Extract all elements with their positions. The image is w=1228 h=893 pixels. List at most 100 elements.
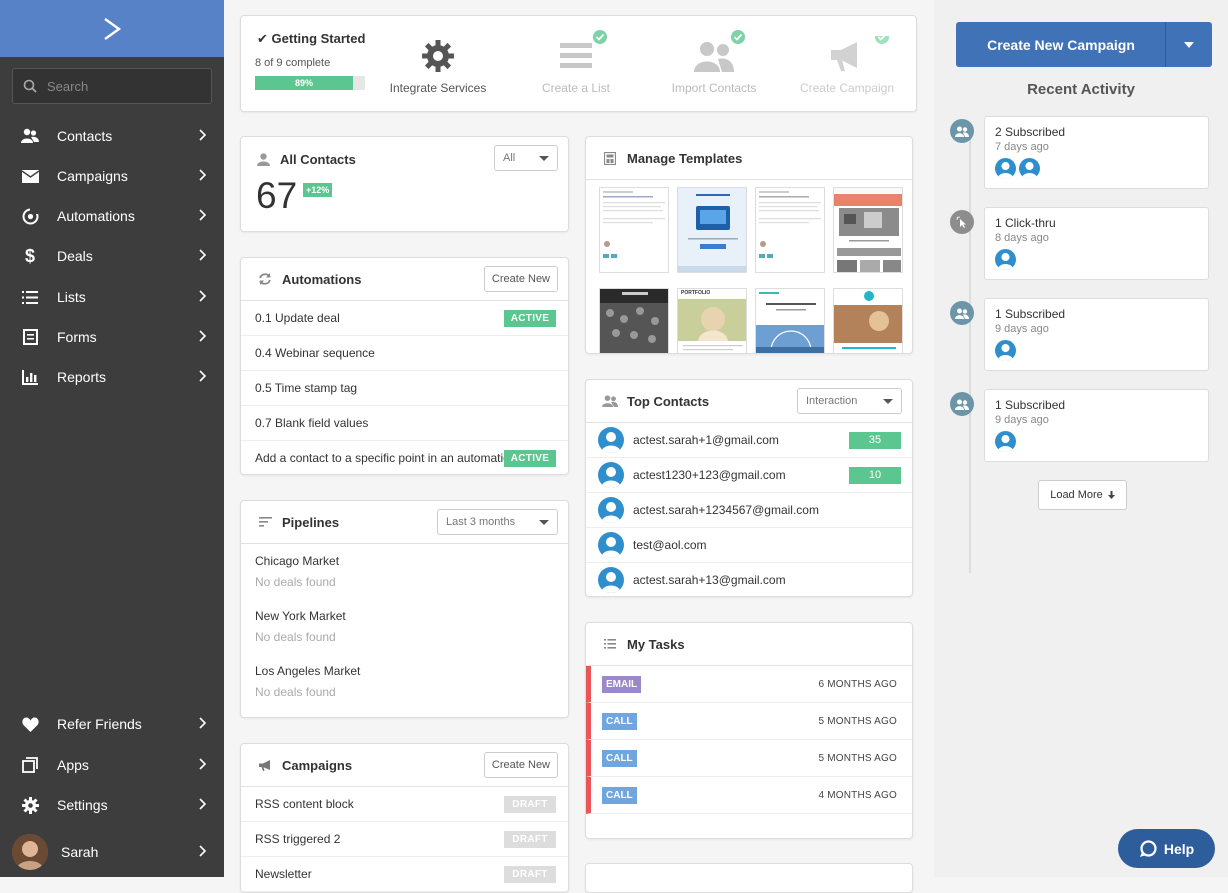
pipeline-row[interactable]: Chicago Market No deals found bbox=[241, 554, 568, 609]
activity-time: 8 days ago bbox=[995, 232, 1049, 244]
automation-row[interactable]: 0.4 Webinar sequence bbox=[241, 336, 568, 371]
template-thumbnail[interactable] bbox=[677, 187, 747, 273]
activity-item[interactable]: 1 Click-thru 8 days ago bbox=[984, 207, 1209, 280]
automation-row[interactable]: 0.1 Update deal ACTIVE bbox=[241, 301, 568, 336]
activity-item[interactable]: 2 Subscribed 7 days ago bbox=[984, 116, 1209, 189]
automations-card: Automations Create New 0.1 Update deal AC… bbox=[240, 257, 569, 475]
contact-email: actest.sarah+1@gmail.com bbox=[633, 433, 779, 447]
recent-activity-title: Recent Activity bbox=[1027, 81, 1135, 98]
campaign-row[interactable]: Newsletter DRAFT bbox=[241, 857, 568, 892]
top-contacts-card: Top Contacts Interaction actest.sarah+1@… bbox=[585, 379, 913, 597]
avatar bbox=[12, 834, 48, 870]
sidebar-user-menu[interactable]: Sarah bbox=[0, 832, 224, 872]
pipelines-range-select[interactable]: Last 3 months bbox=[437, 509, 558, 535]
top-contacts-sort-select[interactable]: Interaction bbox=[797, 388, 902, 414]
sidebar-item-reports[interactable]: Reports bbox=[0, 357, 224, 397]
create-new-campaign-button[interactable]: Create New Campaign bbox=[956, 22, 1212, 67]
template-thumbnail[interactable] bbox=[833, 288, 903, 353]
avatar[interactable] bbox=[995, 249, 1016, 270]
create-automation-button[interactable]: Create New bbox=[483, 266, 558, 292]
caret-down-icon bbox=[883, 399, 893, 404]
search-input[interactable] bbox=[47, 78, 197, 94]
sidebar-item-campaigns[interactable]: Campaigns bbox=[0, 156, 224, 196]
task-row[interactable]: CALL 5 MONTHS AGO bbox=[586, 740, 912, 777]
sidebar-item-label: Campaigns bbox=[57, 168, 128, 184]
create-campaign-dropdown[interactable] bbox=[1166, 22, 1212, 67]
sidebar-item-deals[interactable]: $ Deals bbox=[0, 236, 224, 276]
contact-row[interactable]: actest.sarah+1234567@gmail.com bbox=[586, 493, 912, 528]
task-row[interactable]: EMAIL 6 MONTHS AGO bbox=[586, 666, 912, 703]
activity-item[interactable]: 1 Subscribed 9 days ago bbox=[984, 389, 1209, 462]
activity-item[interactable]: 1 Subscribed 9 days ago bbox=[984, 298, 1209, 371]
task-row[interactable]: CALL 4 MONTHS AGO bbox=[586, 777, 912, 814]
automation-row[interactable]: Add a contact to a specific point in an … bbox=[241, 441, 568, 474]
search-icon bbox=[23, 79, 37, 93]
contact-email: actest.sarah+13@gmail.com bbox=[633, 573, 786, 587]
template-thumbnail[interactable] bbox=[833, 187, 903, 273]
contact-email: actest1230+123@gmail.com bbox=[633, 468, 786, 482]
contact-row[interactable]: actest.sarah+13@gmail.com bbox=[586, 563, 912, 596]
contact-row[interactable]: actest.sarah+1@gmail.com 35 bbox=[586, 423, 912, 458]
automation-row[interactable]: 0.7 Blank field values bbox=[241, 406, 568, 441]
template-thumbnail[interactable] bbox=[755, 288, 825, 353]
contacts-icon bbox=[20, 126, 40, 146]
avatar[interactable] bbox=[1019, 158, 1040, 179]
automation-row[interactable]: 0.5 Time stamp tag bbox=[241, 371, 568, 406]
create-campaign-button[interactable]: Create New bbox=[483, 752, 558, 778]
contact-row[interactable]: actest1230+123@gmail.com 10 bbox=[586, 458, 912, 493]
help-button[interactable]: Help bbox=[1118, 829, 1215, 868]
form-icon bbox=[20, 327, 40, 347]
arrow-down-icon bbox=[1107, 491, 1115, 499]
avatar bbox=[598, 462, 624, 488]
sidebar-item-contacts[interactable]: Contacts bbox=[0, 116, 224, 156]
template-thumbnail[interactable] bbox=[599, 288, 669, 353]
sidebar-item-apps[interactable]: Apps bbox=[0, 745, 224, 785]
status-badge: DRAFT bbox=[504, 795, 556, 813]
step-integrate-services[interactable]: Integrate Services bbox=[373, 36, 503, 95]
sidebar-item-lists[interactable]: Lists bbox=[0, 277, 224, 317]
task-type-badge: EMAIL bbox=[602, 675, 642, 693]
step-label: Import Contacts bbox=[671, 81, 757, 95]
campaigns-title: Campaigns bbox=[282, 757, 353, 773]
step-import-contacts[interactable]: Import Contacts bbox=[649, 30, 779, 95]
getting-started-title: ✔ Getting Started bbox=[257, 31, 366, 46]
sidebar-item-refer-friends[interactable]: Refer Friends bbox=[0, 704, 224, 744]
task-row[interactable]: CALL 5 MONTHS AGO bbox=[586, 703, 912, 740]
template-thumbnail[interactable]: PORTFOLIO bbox=[677, 288, 747, 353]
campaign-row[interactable]: RSS content block DRAFT bbox=[241, 787, 568, 822]
sidebar-item-settings[interactable]: Settings bbox=[0, 785, 224, 825]
step-create-campaign[interactable]: Create Campaign bbox=[787, 36, 907, 95]
task-time: 4 MONTHS AGO bbox=[818, 789, 897, 801]
activity-time: 7 days ago bbox=[995, 141, 1049, 153]
load-more-button[interactable]: Load More bbox=[1038, 480, 1127, 510]
contact-row[interactable]: test@aol.com bbox=[586, 528, 912, 563]
contacts-filter-select[interactable]: All bbox=[494, 145, 558, 171]
avatar[interactable] bbox=[995, 431, 1016, 452]
status-badge: DRAFT bbox=[504, 865, 556, 883]
caret-down-icon bbox=[1184, 41, 1194, 48]
avatar[interactable] bbox=[995, 158, 1016, 179]
subscribed-icon bbox=[950, 119, 974, 143]
campaign-row[interactable]: RSS triggered 2 DRAFT bbox=[241, 822, 568, 857]
sidebar-item-forms[interactable]: Forms bbox=[0, 317, 224, 357]
logo[interactable] bbox=[0, 0, 224, 57]
subscribed-icon bbox=[950, 392, 974, 416]
template-thumbnail[interactable] bbox=[755, 187, 825, 273]
bar-chart-icon bbox=[20, 367, 40, 387]
caret-down-icon bbox=[539, 156, 549, 161]
avatar bbox=[598, 427, 624, 453]
avatar[interactable] bbox=[995, 340, 1016, 361]
activity-title: 1 Subscribed bbox=[995, 398, 1066, 412]
sidebar-item-label: Automations bbox=[57, 208, 135, 224]
sidebar-item-label: Settings bbox=[57, 797, 108, 813]
pipeline-row[interactable]: New York Market No deals found bbox=[241, 609, 568, 664]
step-create-list[interactable]: Create a List bbox=[511, 30, 641, 95]
sidebar-item-label: Refer Friends bbox=[57, 716, 142, 732]
task-type-badge: CALL bbox=[602, 749, 637, 767]
pipeline-row[interactable]: Los Angeles Market No deals found bbox=[241, 664, 568, 717]
template-thumbnail[interactable] bbox=[599, 187, 669, 273]
search-box[interactable] bbox=[12, 68, 212, 104]
chevron-right-icon bbox=[199, 798, 206, 810]
sidebar-item-automations[interactable]: Automations bbox=[0, 196, 224, 236]
check-circle-icon bbox=[731, 30, 745, 44]
